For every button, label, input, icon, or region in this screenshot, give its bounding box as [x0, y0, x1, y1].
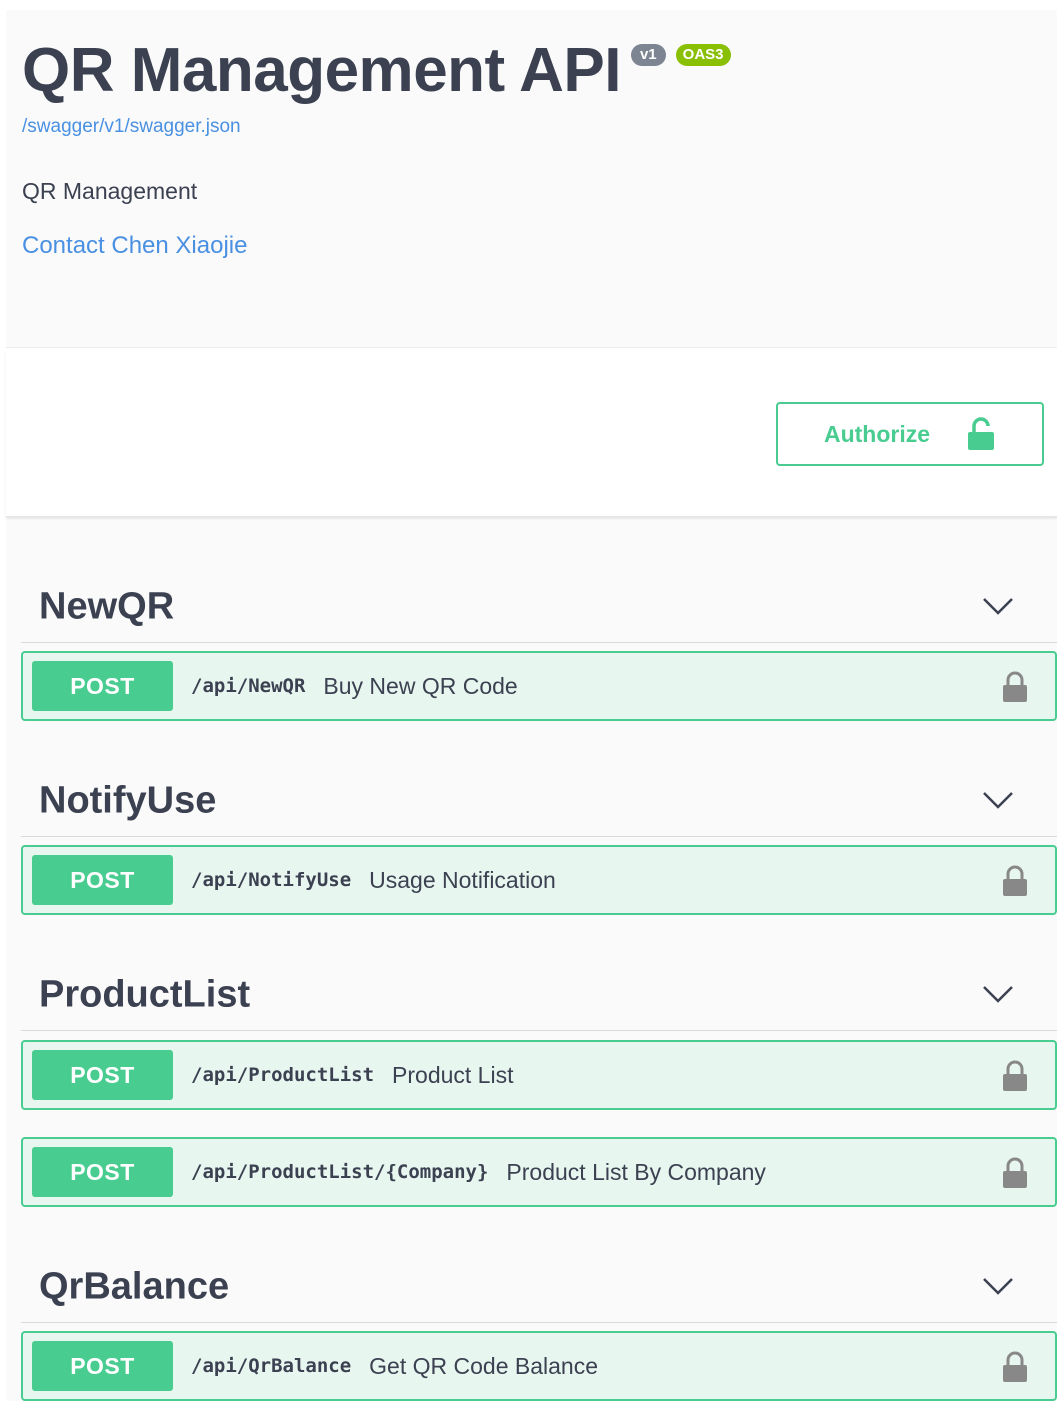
chevron-down-icon[interactable]	[981, 1275, 1015, 1297]
operations-area: NewQR POST /api/NewQR Buy New QR Code No…	[6, 520, 1057, 1401]
section-header-productlist[interactable]: ProductList	[21, 939, 1057, 1031]
method-badge: POST	[32, 1050, 173, 1100]
chevron-down-icon[interactable]	[981, 789, 1015, 811]
section-newqr: NewQR	[21, 551, 1057, 643]
method-badge: POST	[32, 855, 173, 905]
authorize-label: Authorize	[823, 420, 931, 447]
operation-post-productlist-company[interactable]: POST /api/ProductList/{Company} Product …	[21, 1137, 1057, 1207]
operation-summary: Get QR Code Balance	[369, 1352, 598, 1379]
operation-summary: Buy New QR Code	[323, 672, 518, 699]
operation-summary: Product List	[392, 1061, 514, 1088]
oas-badge: OAS3	[675, 44, 731, 66]
title-row: QR Management API v1 OAS3	[22, 38, 731, 104]
section-notifyuse: NotifyUse	[21, 745, 1057, 837]
section-title: NotifyUse	[39, 779, 217, 822]
operation-post-newqr[interactable]: POST /api/NewQR Buy New QR Code	[21, 651, 1057, 721]
operation-post-productlist[interactable]: POST /api/ProductList Product List	[21, 1040, 1057, 1110]
api-description: QR Management	[22, 178, 198, 204]
lock-icon[interactable]	[1002, 1349, 1028, 1383]
section-header-newqr[interactable]: NewQR	[21, 551, 1057, 643]
version-badge: v1	[630, 44, 666, 66]
section-title: NewQR	[39, 585, 175, 628]
lock-icon[interactable]	[1002, 1155, 1028, 1189]
section-productlist: ProductList	[21, 939, 1057, 1031]
operation-path: /api/NotifyUse	[191, 869, 352, 891]
operation-post-notifyuse[interactable]: POST /api/NotifyUse Usage Notification	[21, 845, 1057, 915]
chevron-down-icon[interactable]	[981, 595, 1015, 617]
contact-link[interactable]: Contact Chen Xiaojie	[22, 232, 247, 260]
section-title: QrBalance	[39, 1265, 230, 1308]
section-qrbalance: QrBalance	[21, 1231, 1057, 1323]
operation-summary: Usage Notification	[369, 866, 556, 893]
authorize-button[interactable]: Authorize	[776, 402, 1044, 466]
lock-icon[interactable]	[1002, 669, 1028, 703]
section-header-notifyuse[interactable]: NotifyUse	[21, 745, 1057, 837]
chevron-down-icon[interactable]	[981, 983, 1015, 1005]
lock-icon[interactable]	[1002, 863, 1028, 897]
lock-icon[interactable]	[1002, 1058, 1028, 1092]
method-badge: POST	[32, 661, 173, 711]
operation-path: /api/ProductList/{Company}	[191, 1161, 489, 1183]
operation-post-qrbalance[interactable]: POST /api/QrBalance Get QR Code Balance	[21, 1331, 1057, 1401]
operation-path: /api/ProductList	[191, 1064, 375, 1086]
section-header-qrbalance[interactable]: QrBalance	[21, 1231, 1057, 1323]
operation-path: /api/NewQR	[191, 675, 306, 697]
section-title: ProductList	[39, 973, 251, 1016]
operation-summary: Product List By Company	[506, 1158, 766, 1185]
scheme-container: Authorize	[6, 350, 1057, 518]
unlocked-padlock-icon	[968, 417, 995, 450]
method-badge: POST	[32, 1341, 173, 1391]
page-title: QR Management API	[22, 36, 621, 105]
info-panel: QR Management API v1 OAS3 /swagger/v1/sw…	[6, 10, 1057, 348]
method-badge: POST	[32, 1147, 173, 1197]
operation-path: /api/QrBalance	[191, 1355, 352, 1377]
spec-url-link[interactable]: /swagger/v1/swagger.json	[22, 116, 241, 138]
